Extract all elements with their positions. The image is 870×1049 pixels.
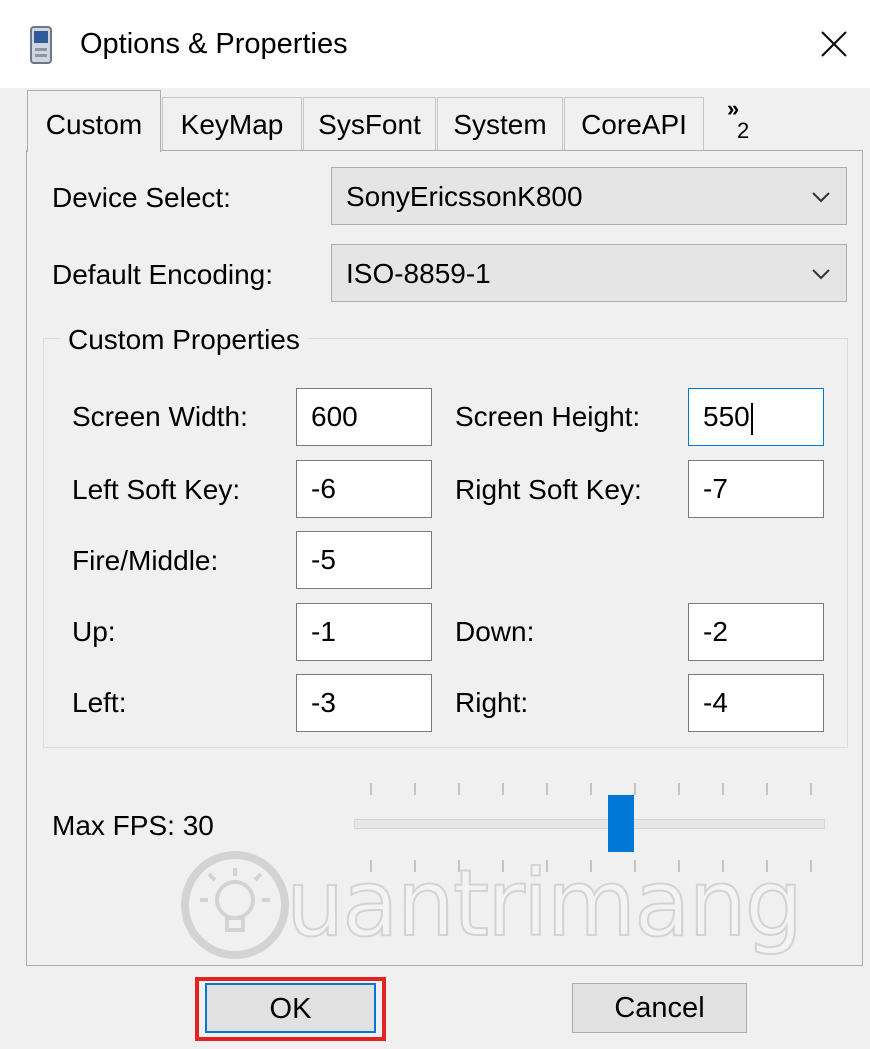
fire-middle-label: Fire/Middle: [72,545,219,576]
right-field[interactable]: -4 [688,674,824,732]
left-field[interactable]: -3 [296,674,432,732]
device-phone-icon [30,26,52,64]
left-label: Left: [72,687,127,718]
chevron-down-icon [812,269,830,280]
tab-overflow-count: 2 [737,118,750,143]
left-soft-key-label: Left Soft Key: [72,474,241,505]
slider-tick [590,860,592,872]
slider-tick [370,860,372,872]
slider-tick [810,783,812,795]
fire-middle-field[interactable]: -5 [296,531,432,589]
slider-tick [766,783,768,795]
ok-button[interactable]: OK [205,983,376,1033]
tab-coreapi[interactable]: CoreAPI [564,97,704,150]
window-title: Options & Properties [80,28,348,60]
slider-tick [678,860,680,872]
custom-properties-title: Custom Properties [60,320,308,360]
tab-keymap[interactable]: KeyMap [162,97,302,150]
slider-tick [634,860,636,872]
slider-tick [722,860,724,872]
double-chevron-icon: » [727,96,740,121]
slider-tick [370,783,372,795]
screen-height-field[interactable]: 550 [688,388,824,446]
up-label: Up: [72,616,116,647]
slider-tick [634,783,636,795]
slider-tick [414,783,416,795]
close-icon [821,31,847,57]
slider-tick [458,860,460,872]
tab-custom[interactable]: Custom [27,90,161,152]
slider-tick [722,783,724,795]
default-encoding-label: Default Encoding: [52,259,274,290]
slider-tick [414,860,416,872]
chevron-down-icon [812,192,830,203]
tab-overflow-button[interactable]: » 2 [705,97,753,149]
left-soft-key-field[interactable]: -6 [296,460,432,518]
slider-tick [546,860,548,872]
max-fps-slider-thumb[interactable] [608,795,634,852]
slider-tick [546,783,548,795]
up-field[interactable]: -1 [296,603,432,661]
device-select-dropdown[interactable]: SonyEricssonK800 [331,167,847,225]
slider-tick [590,783,592,795]
slider-tick [810,860,812,872]
down-label: Down: [455,616,535,647]
right-soft-key-field[interactable]: -7 [688,460,824,518]
tab-system[interactable]: System [437,97,563,150]
right-soft-key-label: Right Soft Key: [455,474,642,505]
device-select-label: Device Select: [52,182,231,213]
screen-height-label: Screen Height: [455,401,641,432]
default-encoding-dropdown[interactable]: ISO-8859-1 [331,244,847,302]
screen-width-label: Screen Width: [72,401,248,432]
slider-tick [766,860,768,872]
max-fps-label: Max FPS: 30 [52,810,214,841]
slider-tick [678,783,680,795]
screen-height-value: 550 [703,401,750,432]
screen-width-field[interactable]: 600 [296,388,432,446]
slider-tick [502,783,504,795]
right-label: Right: [455,687,529,718]
text-caret [750,402,753,435]
max-fps-slider-track[interactable] [354,819,825,829]
close-button[interactable] [808,18,860,70]
tab-sysfont[interactable]: SysFont [303,97,436,150]
cancel-button[interactable]: Cancel [572,983,747,1033]
title-bar: Options & Properties [0,0,870,88]
default-encoding-value: ISO-8859-1 [346,258,491,289]
slider-tick [502,860,504,872]
down-field[interactable]: -2 [688,603,824,661]
slider-tick [458,783,460,795]
device-select-value: SonyEricssonK800 [346,181,583,212]
